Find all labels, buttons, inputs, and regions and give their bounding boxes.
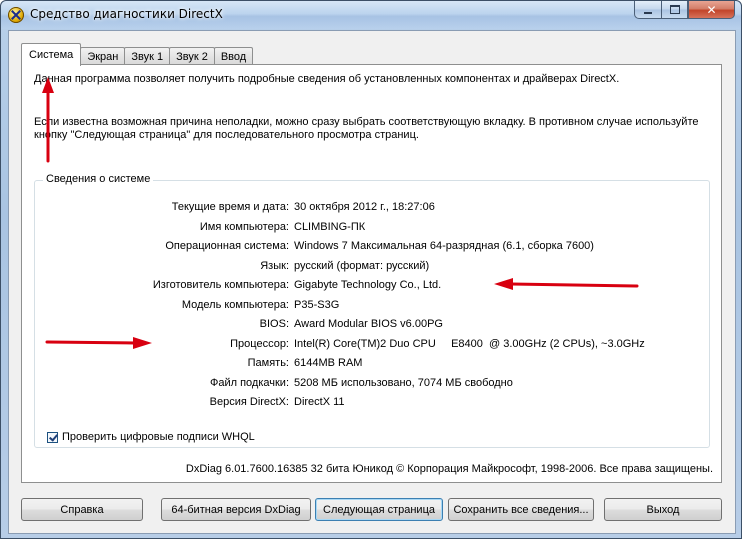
info-value: Gigabyte Technology Co., Ltd. xyxy=(294,279,442,291)
info-value: 5208 МБ использовано, 7074 МБ свободно xyxy=(294,376,513,389)
whql-checkbox[interactable] xyxy=(47,431,58,443)
tab-display[interactable]: Экран xyxy=(80,47,126,65)
intro-text-2: Если известна возможная причина неполадк… xyxy=(34,116,699,141)
info-row-bios: BIOS: Award Modular BIOS v6.00PG xyxy=(35,318,705,332)
tab-input[interactable]: Ввод xyxy=(213,47,254,65)
info-value: 30 октября 2012 г., 18:27:06 xyxy=(294,201,435,213)
title-bar[interactable]: Средство диагностики DirectX ✕ xyxy=(1,1,741,29)
info-label: Язык: xyxy=(260,259,289,272)
info-value: русский (формат: русский) xyxy=(294,259,430,272)
info-value: DirectX 11 xyxy=(294,396,345,408)
dxdiag-64bit-button[interactable]: 64-битная версия DxDiag xyxy=(161,498,311,521)
info-value: Intel(R) Core(TM)2 Duo CPU E8400 @ 3.00G… xyxy=(294,337,645,350)
info-value: Windows 7 Максимальная 64-разрядная (6.1… xyxy=(294,240,594,252)
close-icon: ✕ xyxy=(706,2,717,17)
minimize-button[interactable] xyxy=(634,1,661,19)
info-label: Файл подкачки: xyxy=(209,376,289,389)
info-label: Процессор: xyxy=(230,337,289,350)
info-row-directx-version: Версия DirectX: DirectX 11 xyxy=(35,396,705,410)
system-info-group: Сведения о системе Текущие время и дата:… xyxy=(34,173,710,448)
maximize-button[interactable] xyxy=(661,1,688,19)
info-label: Версия DirectX: xyxy=(209,396,289,408)
tab-system[interactable]: Система xyxy=(21,43,82,66)
info-label: Текущие время и дата: xyxy=(171,201,289,213)
next-page-button[interactable]: Следующая страница xyxy=(315,498,443,521)
info-label: Операционная система: xyxy=(165,240,289,252)
info-value: CLIMBING-ПК xyxy=(294,220,366,233)
dialog-client: Система Экран Звук 1 Звук 2 Ввод Данная … xyxy=(8,30,736,534)
info-value: P35-S3G xyxy=(294,298,340,311)
tab-sound-1[interactable]: Звук 1 xyxy=(124,47,171,65)
info-row-memory: Память: 6144MB RAM xyxy=(35,357,705,371)
info-value: Award Modular BIOS v6.00PG xyxy=(294,318,443,330)
maximize-icon xyxy=(669,5,680,14)
exit-button[interactable]: Выход xyxy=(604,498,722,521)
info-label: Память: xyxy=(247,357,289,369)
whql-checkbox-label[interactable]: Проверить цифровые подписи WHQL xyxy=(62,431,255,443)
info-row-os: Операционная система: Windows 7 Максимал… xyxy=(35,240,705,254)
button-row: Справка 64-битная версия DxDiag Следующа… xyxy=(21,498,722,521)
info-label: Имя компьютера: xyxy=(199,220,289,233)
info-label: BIOS: xyxy=(259,318,289,330)
tab-strip: Система Экран Звук 1 Звук 2 Ввод xyxy=(21,43,254,66)
whql-checkbox-row[interactable]: Проверить цифровые подписи WHQL xyxy=(47,431,255,443)
info-row-processor: Процессор: Intel(R) Core(TM)2 Duo CPU E8… xyxy=(35,338,705,352)
copyright-text: DxDiag 6.01.7600.16385 32 бита Юникод © … xyxy=(185,463,713,475)
info-label: Изготовитель компьютера: xyxy=(152,279,289,291)
info-label: Модель компьютера: xyxy=(181,298,289,311)
info-row-manufacturer: Изготовитель компьютера: Gigabyte Techno… xyxy=(35,279,705,293)
info-row-model: Модель компьютера: P35-S3G xyxy=(35,299,705,313)
minimize-icon xyxy=(644,11,652,14)
info-row-pagefile: Файл подкачки: 5208 МБ использовано, 707… xyxy=(35,377,705,391)
system-tab-panel: Данная программа позволяет получить подр… xyxy=(21,64,722,483)
info-row-language: Язык: русский (формат: русский) xyxy=(35,260,705,274)
info-row-computer-name: Имя компьютера: CLIMBING-ПК xyxy=(35,221,705,235)
tab-sound-2[interactable]: Звук 2 xyxy=(169,47,215,65)
intro-text-1: Данная программа позволяет получить подр… xyxy=(34,73,620,85)
info-value: 6144MB RAM xyxy=(294,357,363,369)
dxdiag-window: Средство диагностики DirectX ✕ Система Э… xyxy=(0,0,742,539)
close-button[interactable]: ✕ xyxy=(688,1,735,19)
window-title: Средство диагностики DirectX xyxy=(30,7,223,21)
caption-buttons: ✕ xyxy=(634,1,735,20)
save-all-info-button[interactable]: Сохранить все сведения... xyxy=(448,498,594,521)
group-title: Сведения о системе xyxy=(43,173,154,185)
directx-x-icon xyxy=(8,7,24,23)
info-row-datetime: Текущие время и дата: 30 октября 2012 г.… xyxy=(35,201,705,215)
help-button[interactable]: Справка xyxy=(21,498,143,521)
